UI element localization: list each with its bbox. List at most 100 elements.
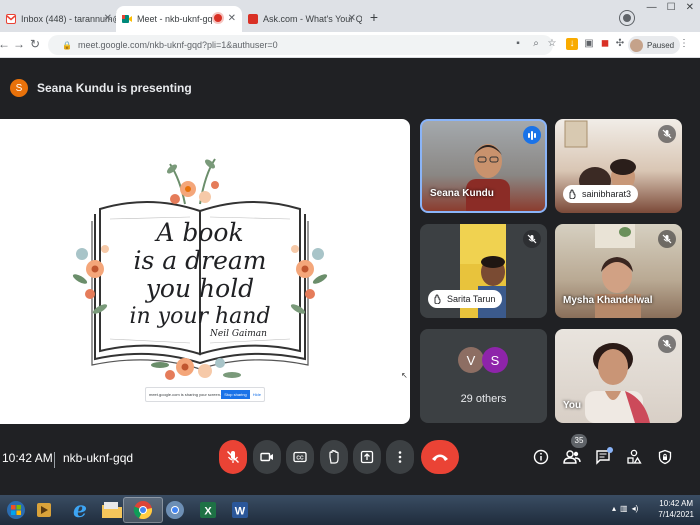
system-tray: ▴ ▥ ◂) <box>612 504 638 513</box>
svg-text:CC: CC <box>296 456 304 462</box>
leave-call-button[interactable] <box>421 440 459 474</box>
participant-name: You <box>563 400 582 411</box>
participant-tile[interactable]: Seana Kundu <box>420 119 547 213</box>
raised-hand-icon <box>434 294 441 304</box>
muted-mic-icon <box>658 125 676 143</box>
window-controls: — ☐ ✕ <box>647 2 694 13</box>
quote-line: you hold <box>145 274 255 303</box>
taskbar-date: 7/14/2021 <box>658 510 694 519</box>
url-text: meet.google.com/nkb-uknf-gqd?pli=1&authu… <box>77 40 278 50</box>
extension-icon[interactable]: ↓ <box>566 38 578 50</box>
reload-icon[interactable]: ↻ <box>30 37 40 51</box>
participant-tile[interactable]: Sarita Tarun <box>420 224 547 318</box>
quote-text: A book is a dream you hold in your hand <box>110 219 290 331</box>
meeting-clock: 10:42 AM <box>2 451 53 465</box>
raised-hand-icon <box>569 189 576 199</box>
hide-button[interactable]: Hide <box>253 392 261 397</box>
presentation-stage[interactable]: A book is a dream you hold in your hand … <box>0 119 410 424</box>
participant-name: sainibharat3 <box>582 189 632 199</box>
close-tab-icon[interactable]: ✕ <box>348 13 356 24</box>
participant-name-pill: Sarita Tarun <box>428 290 503 308</box>
recording-indicator-icon <box>214 14 222 22</box>
camera-toggle-button[interactable] <box>253 440 281 474</box>
participant-count-badge: 35 <box>571 434 587 448</box>
presenter-avatar: S <box>10 79 28 97</box>
activities-button[interactable] <box>624 447 644 467</box>
tab-ask[interactable]: Ask.com - What's Your Question ✕ <box>242 6 362 32</box>
chat-button[interactable] <box>593 447 613 467</box>
participant-name-pill: sainibharat3 <box>563 185 639 203</box>
record-icon[interactable] <box>620 11 634 25</box>
taskbar-clock[interactable]: 10:42 AM 7/14/2021 <box>658 498 694 520</box>
media-player-icon <box>37 503 51 517</box>
divider <box>54 452 55 468</box>
browser-tab-strip: Inbox (448) - tarannum@theindi ✕ Meet - … <box>0 0 700 32</box>
maximize-button[interactable]: ☐ <box>667 2 676 13</box>
screen-share-notice: meet.google.com is sharing your screen. … <box>145 387 265 402</box>
quote-line: in your hand <box>129 304 271 329</box>
start-button[interactable] <box>2 497 30 523</box>
mic-off-icon <box>227 451 239 463</box>
host-controls-button[interactable] <box>655 447 675 467</box>
close-window-button[interactable]: ✕ <box>686 2 694 13</box>
profile-button[interactable]: Paused <box>628 36 681 54</box>
back-arrow-icon[interactable]: ← <box>0 37 10 51</box>
profile-status: Paused <box>647 40 675 50</box>
people-button[interactable] <box>562 447 582 467</box>
self-view-tile[interactable]: You <box>555 329 682 423</box>
chrome-icon <box>133 501 153 520</box>
participant-tile[interactable]: sainibharat3 <box>555 119 682 213</box>
url-field[interactable]: 🔒 meet.google.com/nkb-uknf-gqd?pli=1&aut… <box>48 35 553 55</box>
taskbar-media-player[interactable] <box>33 497 55 523</box>
participant-name: Mysha Khandelwal <box>563 295 653 306</box>
zoom-icon[interactable]: ⌕ <box>530 38 542 50</box>
taskbar-time: 10:42 AM <box>659 499 694 508</box>
people-icon <box>563 450 581 464</box>
close-tab-icon[interactable]: ✕ <box>228 13 236 24</box>
quote-line: is a dream <box>133 246 267 275</box>
meeting-controls: 10:42 AM nkb-uknf-gqd CC 35 <box>0 430 700 486</box>
present-screen-icon <box>360 450 374 464</box>
activities-shapes-icon <box>627 449 642 464</box>
share-notice-text: meet.google.com is sharing your screen. <box>149 392 222 397</box>
address-bar-row: ← → ↻ 🔒 meet.google.com/nkb-uknf-gqd?pli… <box>0 32 700 58</box>
extension-icon[interactable]: ◼ <box>599 38 611 50</box>
stop-sharing-button[interactable]: Stop sharing <box>221 390 250 399</box>
captions-button[interactable]: CC <box>286 440 314 474</box>
present-now-button[interactable] <box>353 440 381 474</box>
network-icon[interactable]: ▥ <box>620 504 628 513</box>
meeting-details-button[interactable] <box>531 447 551 467</box>
speaking-indicator-icon <box>523 126 541 144</box>
tray-expand-icon[interactable]: ▴ <box>612 504 616 513</box>
others-tile[interactable]: V S 29 others <box>420 329 547 423</box>
menu-kebab-icon[interactable]: ⋮ <box>678 38 690 50</box>
extension-icon[interactable]: ▣ <box>583 38 595 50</box>
puzzle-icon[interactable]: ✣ <box>614 38 626 50</box>
svg-text:X: X <box>204 506 212 518</box>
muted-mic-icon <box>658 335 676 353</box>
presenting-text: Seana Kundu is presenting <box>37 81 192 95</box>
notification-dot-icon <box>607 447 613 453</box>
taskbar-word[interactable]: W <box>220 497 260 523</box>
mouse-cursor-icon: ↖ <box>401 371 408 380</box>
tab-gmail[interactable]: Inbox (448) - tarannum@theindi ✕ <box>0 6 118 32</box>
more-options-button[interactable] <box>386 440 414 474</box>
new-tab-button[interactable]: + <box>366 9 382 25</box>
close-tab-icon[interactable]: ✕ <box>104 13 112 24</box>
raise-hand-button[interactable] <box>320 440 348 474</box>
info-icon <box>533 449 549 465</box>
tab-meet[interactable]: Meet - nkb-uknf-gqd ✕ <box>116 6 242 32</box>
camera-icon[interactable]: ▪ <box>512 38 524 50</box>
microphone-toggle-button[interactable] <box>219 440 247 474</box>
participant-tile[interactable]: Mysha Khandelwal <box>555 224 682 318</box>
forward-arrow-icon[interactable]: → <box>13 37 25 51</box>
bookmark-star-icon[interactable]: ☆ <box>546 38 558 50</box>
volume-icon[interactable]: ◂) <box>632 504 639 513</box>
shield-lock-icon <box>658 449 672 465</box>
video-camera-icon <box>260 452 273 462</box>
minimize-button[interactable]: — <box>647 2 657 13</box>
word-icon: W <box>232 502 248 518</box>
svg-text:W: W <box>235 506 246 518</box>
quote-line: A book <box>156 218 244 247</box>
participant-avatar: V <box>458 347 484 373</box>
